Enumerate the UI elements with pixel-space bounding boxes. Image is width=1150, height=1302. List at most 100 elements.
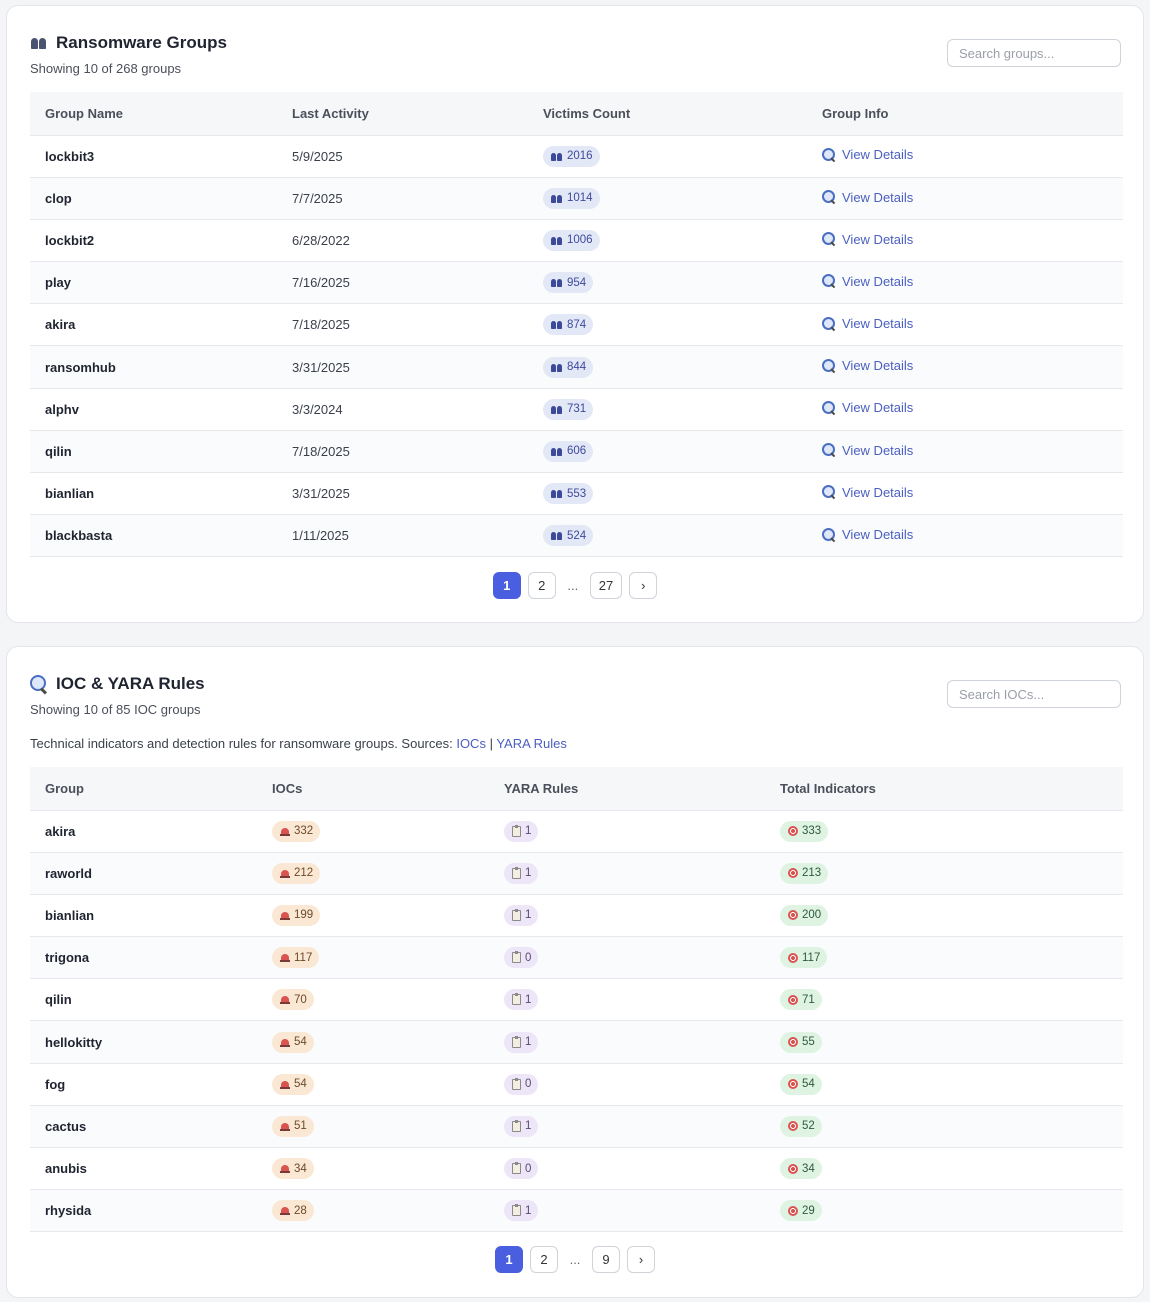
siren-icon	[280, 869, 290, 878]
victims-count-cell: 731	[543, 388, 822, 431]
target-icon	[788, 1121, 798, 1132]
table-row[interactable]: cactus 51 1 52	[30, 1105, 1123, 1149]
table-row[interactable]: hellokitty 54 1 55	[30, 1020, 1123, 1064]
source-separator: |	[485, 736, 497, 751]
ioc-next-page-button[interactable]: ›	[627, 1246, 655, 1273]
view-details-link[interactable]: View Details	[822, 527, 913, 542]
view-details-link[interactable]: View Details	[822, 400, 913, 415]
column-header-group-info: Group Info	[822, 92, 1123, 136]
victims-badge: 844	[543, 356, 594, 378]
column-header-victims-count[interactable]: Victims Count	[543, 92, 822, 136]
groups-title: Ransomware Groups	[30, 33, 227, 53]
table-row[interactable]: rhysida 28 1 29	[30, 1189, 1123, 1233]
table-row[interactable]: play 7/16/2025 954 View Details	[30, 261, 1123, 305]
total-count: 200	[802, 909, 822, 922]
yara-badge: 1	[504, 1031, 539, 1053]
ioc-group-name-cell: rhysida	[30, 1189, 272, 1233]
table-row[interactable]: fog 54 0 54	[30, 1063, 1123, 1106]
table-row[interactable]: lockbit3 5/9/2025 2016 View Details	[30, 135, 1123, 178]
total-indicators-cell: 213	[780, 852, 1123, 895]
search-iocs-input[interactable]	[947, 680, 1121, 708]
view-details-label: View Details	[842, 231, 914, 247]
ioc-pagination: 1 2... 9 ›	[7, 1246, 1143, 1273]
iocs-count: 70	[294, 993, 307, 1006]
ioc-group-name-cell: akira	[30, 810, 272, 853]
view-details-label: View Details	[842, 189, 914, 205]
search-groups-input[interactable]	[947, 39, 1121, 67]
view-details-link[interactable]: View Details	[822, 316, 913, 331]
iocs-count: 54	[294, 1078, 307, 1091]
total-count: 54	[802, 1078, 815, 1091]
table-row[interactable]: trigona 117 0 117	[30, 936, 1123, 980]
table-row[interactable]: raworld 212 1 213	[30, 852, 1123, 895]
ioc-page-9[interactable]: 9	[592, 1246, 620, 1273]
table-row[interactable]: qilin 7/18/2025 606 View Details	[30, 430, 1123, 474]
victims-badge: 954	[543, 272, 594, 294]
column-header-group[interactable]: Group	[30, 767, 272, 811]
column-header-last-activity[interactable]: Last Activity	[292, 92, 543, 136]
total-count: 333	[802, 825, 822, 838]
column-header-yara-rules[interactable]: YARA Rules	[504, 767, 780, 811]
groups-next-page-button[interactable]: ›	[629, 572, 658, 599]
table-row[interactable]: clop 7/7/2025 1014 View Details	[30, 177, 1123, 220]
target-icon	[788, 910, 798, 921]
last-activity-cell: 6/28/2022	[292, 219, 543, 263]
view-details-link[interactable]: View Details	[822, 190, 913, 205]
yara-count: 1	[525, 1120, 532, 1133]
iocs-cell: 212	[272, 852, 504, 895]
total-count: 213	[802, 867, 822, 880]
yara-source-link[interactable]: YARA Rules	[496, 736, 567, 751]
target-icon	[788, 952, 798, 963]
iocs-badge: 54	[272, 1073, 314, 1095]
table-row[interactable]: akira 332 1 333	[30, 810, 1123, 853]
view-details-link[interactable]: View Details	[822, 232, 913, 247]
groups-page-2[interactable]: 2	[527, 572, 556, 599]
victims-count: 606	[567, 445, 587, 458]
clipboard-icon	[512, 824, 521, 837]
view-details-link[interactable]: View Details	[822, 358, 913, 373]
column-header-group-name[interactable]: Group Name	[30, 92, 292, 136]
ioc-group-name-cell: hellokitty	[30, 1020, 272, 1064]
column-header-iocs[interactable]: IOCs	[272, 767, 504, 811]
people-icon	[551, 194, 563, 203]
last-activity-cell: 7/7/2025	[292, 177, 543, 220]
victims-count: 731	[567, 403, 587, 416]
table-row[interactable]: bianlian 3/31/2025 553 View Details	[30, 472, 1123, 516]
table-row[interactable]: bianlian 199 1 200	[30, 894, 1123, 938]
ioc-description-text: Technical indicators and detection rules…	[30, 736, 457, 751]
groups-page-ellipsis: ...	[567, 578, 579, 593]
siren-icon	[280, 995, 290, 1005]
yara-badge: 1	[504, 820, 539, 842]
ioc-page-ellipsis: ...	[569, 1252, 581, 1267]
iocs-count: 212	[294, 867, 314, 880]
total-indicators-badge: 333	[780, 820, 829, 842]
view-details-link[interactable]: View Details	[822, 485, 913, 500]
table-row[interactable]: blackbasta 1/11/2025 524 View Details	[30, 514, 1123, 558]
group-info-cell: View Details	[822, 219, 1123, 263]
total-indicators-badge: 29	[780, 1200, 822, 1222]
victims-count: 524	[567, 529, 587, 542]
last-activity-cell: 7/16/2025	[292, 261, 543, 305]
groups-page-1-current[interactable]: 1	[492, 572, 521, 599]
ioc-page-2[interactable]: 2	[530, 1246, 558, 1273]
target-icon	[788, 1163, 798, 1174]
column-header-total-indicators[interactable]: Total Indicators	[780, 767, 1123, 811]
yara-cell: 1	[504, 894, 780, 938]
table-row[interactable]: ransomhub 3/31/2025 844 View Details	[30, 345, 1123, 389]
yara-count: 1	[525, 825, 532, 838]
view-details-link[interactable]: View Details	[822, 147, 913, 162]
table-row[interactable]: akira 7/18/2025 874 View Details	[30, 303, 1123, 347]
groups-page-27[interactable]: 27	[589, 572, 623, 599]
table-row[interactable]: lockbit2 6/28/2022 1006 View Details	[30, 219, 1123, 263]
iocs-source-link[interactable]: IOCs	[456, 736, 486, 751]
target-icon	[788, 1037, 798, 1048]
ioc-page-1-current[interactable]: 1	[495, 1246, 523, 1273]
group-name-cell: qilin	[30, 430, 292, 474]
view-details-link[interactable]: View Details	[822, 274, 913, 289]
siren-icon	[280, 911, 290, 920]
table-row[interactable]: alphv 3/3/2024 731 View Details	[30, 388, 1123, 431]
table-row[interactable]: qilin 70 1 71	[30, 978, 1123, 1022]
table-row[interactable]: anubis 34 0 34	[30, 1147, 1123, 1191]
view-details-link[interactable]: View Details	[822, 443, 913, 458]
iocs-count: 117	[294, 951, 313, 964]
